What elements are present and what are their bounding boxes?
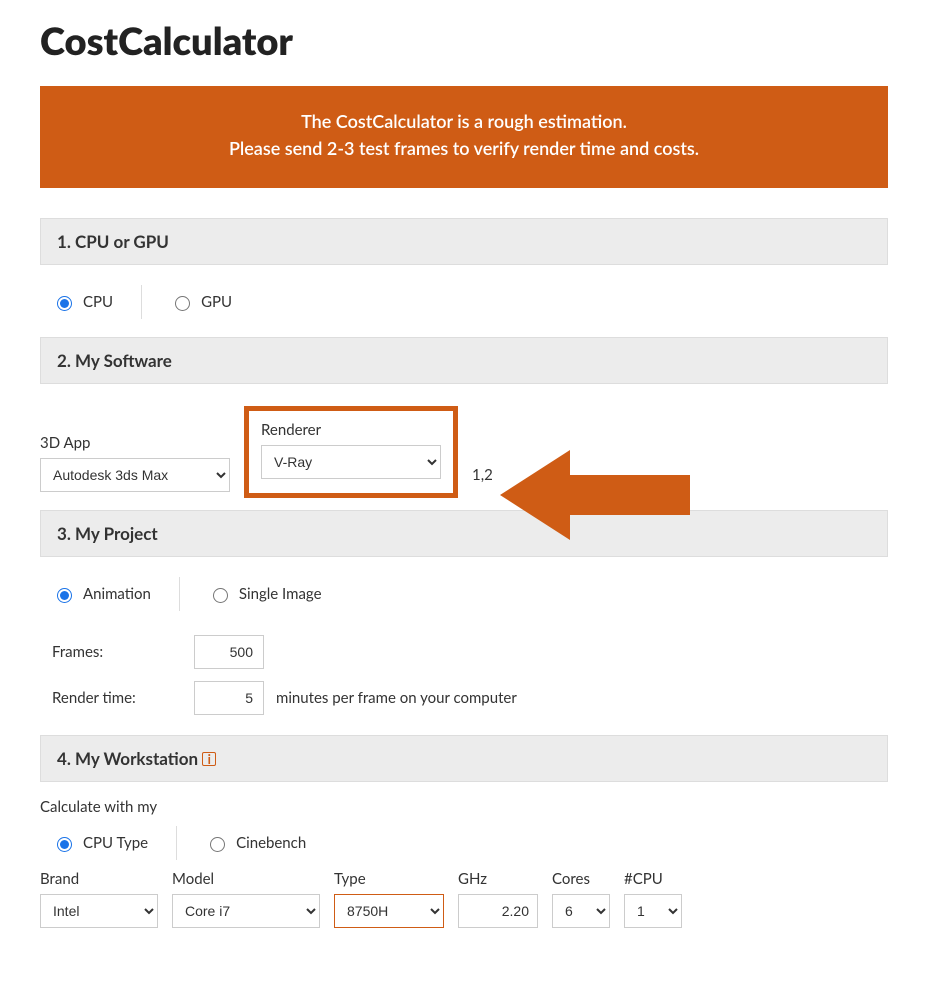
radio-single-image[interactable]: Single Image — [208, 585, 322, 603]
select-cores[interactable]: 6 — [552, 894, 610, 928]
rendertime-row: Render time: minutes per frame on your c… — [40, 675, 888, 721]
field-ghz: GHz — [458, 870, 538, 928]
select-3dapp[interactable]: Autodesk 3ds Max — [40, 458, 230, 492]
section1-header: 1. CPU or GPU — [40, 218, 888, 265]
label-brand: Brand — [40, 870, 158, 888]
banner-line2: Please send 2-3 test frames to verify re… — [60, 135, 868, 162]
field-renderer: Renderer V-Ray — [261, 421, 441, 479]
input-ghz[interactable] — [458, 894, 538, 928]
divider — [179, 577, 180, 611]
radio-cputype[interactable]: CPU Type — [52, 834, 148, 852]
radio-cinebench-label: Cinebench — [236, 834, 306, 852]
info-icon[interactable]: i — [202, 752, 216, 766]
label-model: Model — [172, 870, 320, 888]
section1-radio-row: CPU GPU — [40, 281, 888, 337]
frames-row: Frames: — [40, 629, 888, 675]
rendertime-suffix: minutes per frame on your computer — [276, 689, 517, 707]
field-model: Model Core i7 — [172, 870, 320, 928]
select-renderer[interactable]: V-Ray — [261, 445, 441, 479]
radio-animation[interactable]: Animation — [52, 585, 151, 603]
info-banner: The CostCalculator is a rough estimation… — [40, 86, 888, 188]
label-3dapp: 3D App — [40, 434, 230, 452]
label-renderer: Renderer — [261, 421, 441, 439]
radio-cpu-input[interactable] — [57, 296, 72, 311]
field-cores: Cores 6 — [552, 870, 610, 928]
select-type[interactable]: 8750H — [334, 894, 444, 928]
select-brand[interactable]: Intel — [40, 894, 158, 928]
radio-gpu[interactable]: GPU — [170, 293, 232, 311]
radio-cinebench-input[interactable] — [210, 837, 225, 852]
rendertime-label: Render time: — [52, 689, 182, 707]
field-3dapp: 3D App Autodesk 3ds Max — [40, 434, 230, 492]
label-type: Type — [334, 870, 444, 888]
label-ghz: GHz — [458, 870, 538, 888]
software-row: 3D App Autodesk 3ds Max Renderer V-Ray 1… — [40, 400, 888, 492]
workstation-row: Brand Intel Model Core i7 Type 8750H GHz… — [40, 870, 888, 928]
field-brand: Brand Intel — [40, 870, 158, 928]
radio-gpu-input[interactable] — [175, 296, 190, 311]
field-ncpu: #CPU 1 — [624, 870, 682, 928]
divider — [176, 826, 177, 860]
radio-gpu-label: GPU — [201, 293, 232, 311]
section4-header-text: 4. My Workstation — [57, 748, 198, 769]
radio-cpu-label: CPU — [83, 293, 113, 311]
section4-header: 4. My Workstation i — [40, 735, 888, 782]
calc-with-label: Calculate with my — [40, 798, 888, 816]
field-type: Type 8750H — [334, 870, 444, 928]
radio-cputype-label: CPU Type — [83, 834, 148, 852]
radio-cputype-input[interactable] — [57, 837, 72, 852]
radio-cpu[interactable]: CPU — [52, 293, 113, 311]
renderer-highlight-box: Renderer V-Ray — [244, 406, 458, 498]
select-model[interactable]: Core i7 — [172, 894, 320, 928]
radio-single-image-label: Single Image — [239, 585, 322, 603]
section4-radio-row: CPU Type Cinebench — [40, 822, 888, 870]
label-cores: Cores — [552, 870, 610, 888]
callout-arrow-icon — [490, 440, 710, 550]
page-title: CostCalculator — [40, 18, 888, 64]
rendertime-input[interactable] — [194, 681, 264, 715]
select-ncpu[interactable]: 1 — [624, 894, 682, 928]
section3-radio-row: Animation Single Image — [40, 573, 888, 629]
radio-animation-input[interactable] — [57, 588, 72, 603]
banner-line1: The CostCalculator is a rough estimation… — [60, 108, 868, 135]
radio-animation-label: Animation — [83, 585, 151, 603]
section3-header: 3. My Project — [40, 510, 888, 557]
radio-single-image-input[interactable] — [213, 588, 228, 603]
frames-label: Frames: — [52, 643, 182, 661]
section2-header: 2. My Software — [40, 337, 888, 384]
divider — [141, 285, 142, 319]
frames-input[interactable] — [194, 635, 264, 669]
radio-cinebench[interactable]: Cinebench — [205, 834, 306, 852]
label-ncpu: #CPU — [624, 870, 682, 888]
